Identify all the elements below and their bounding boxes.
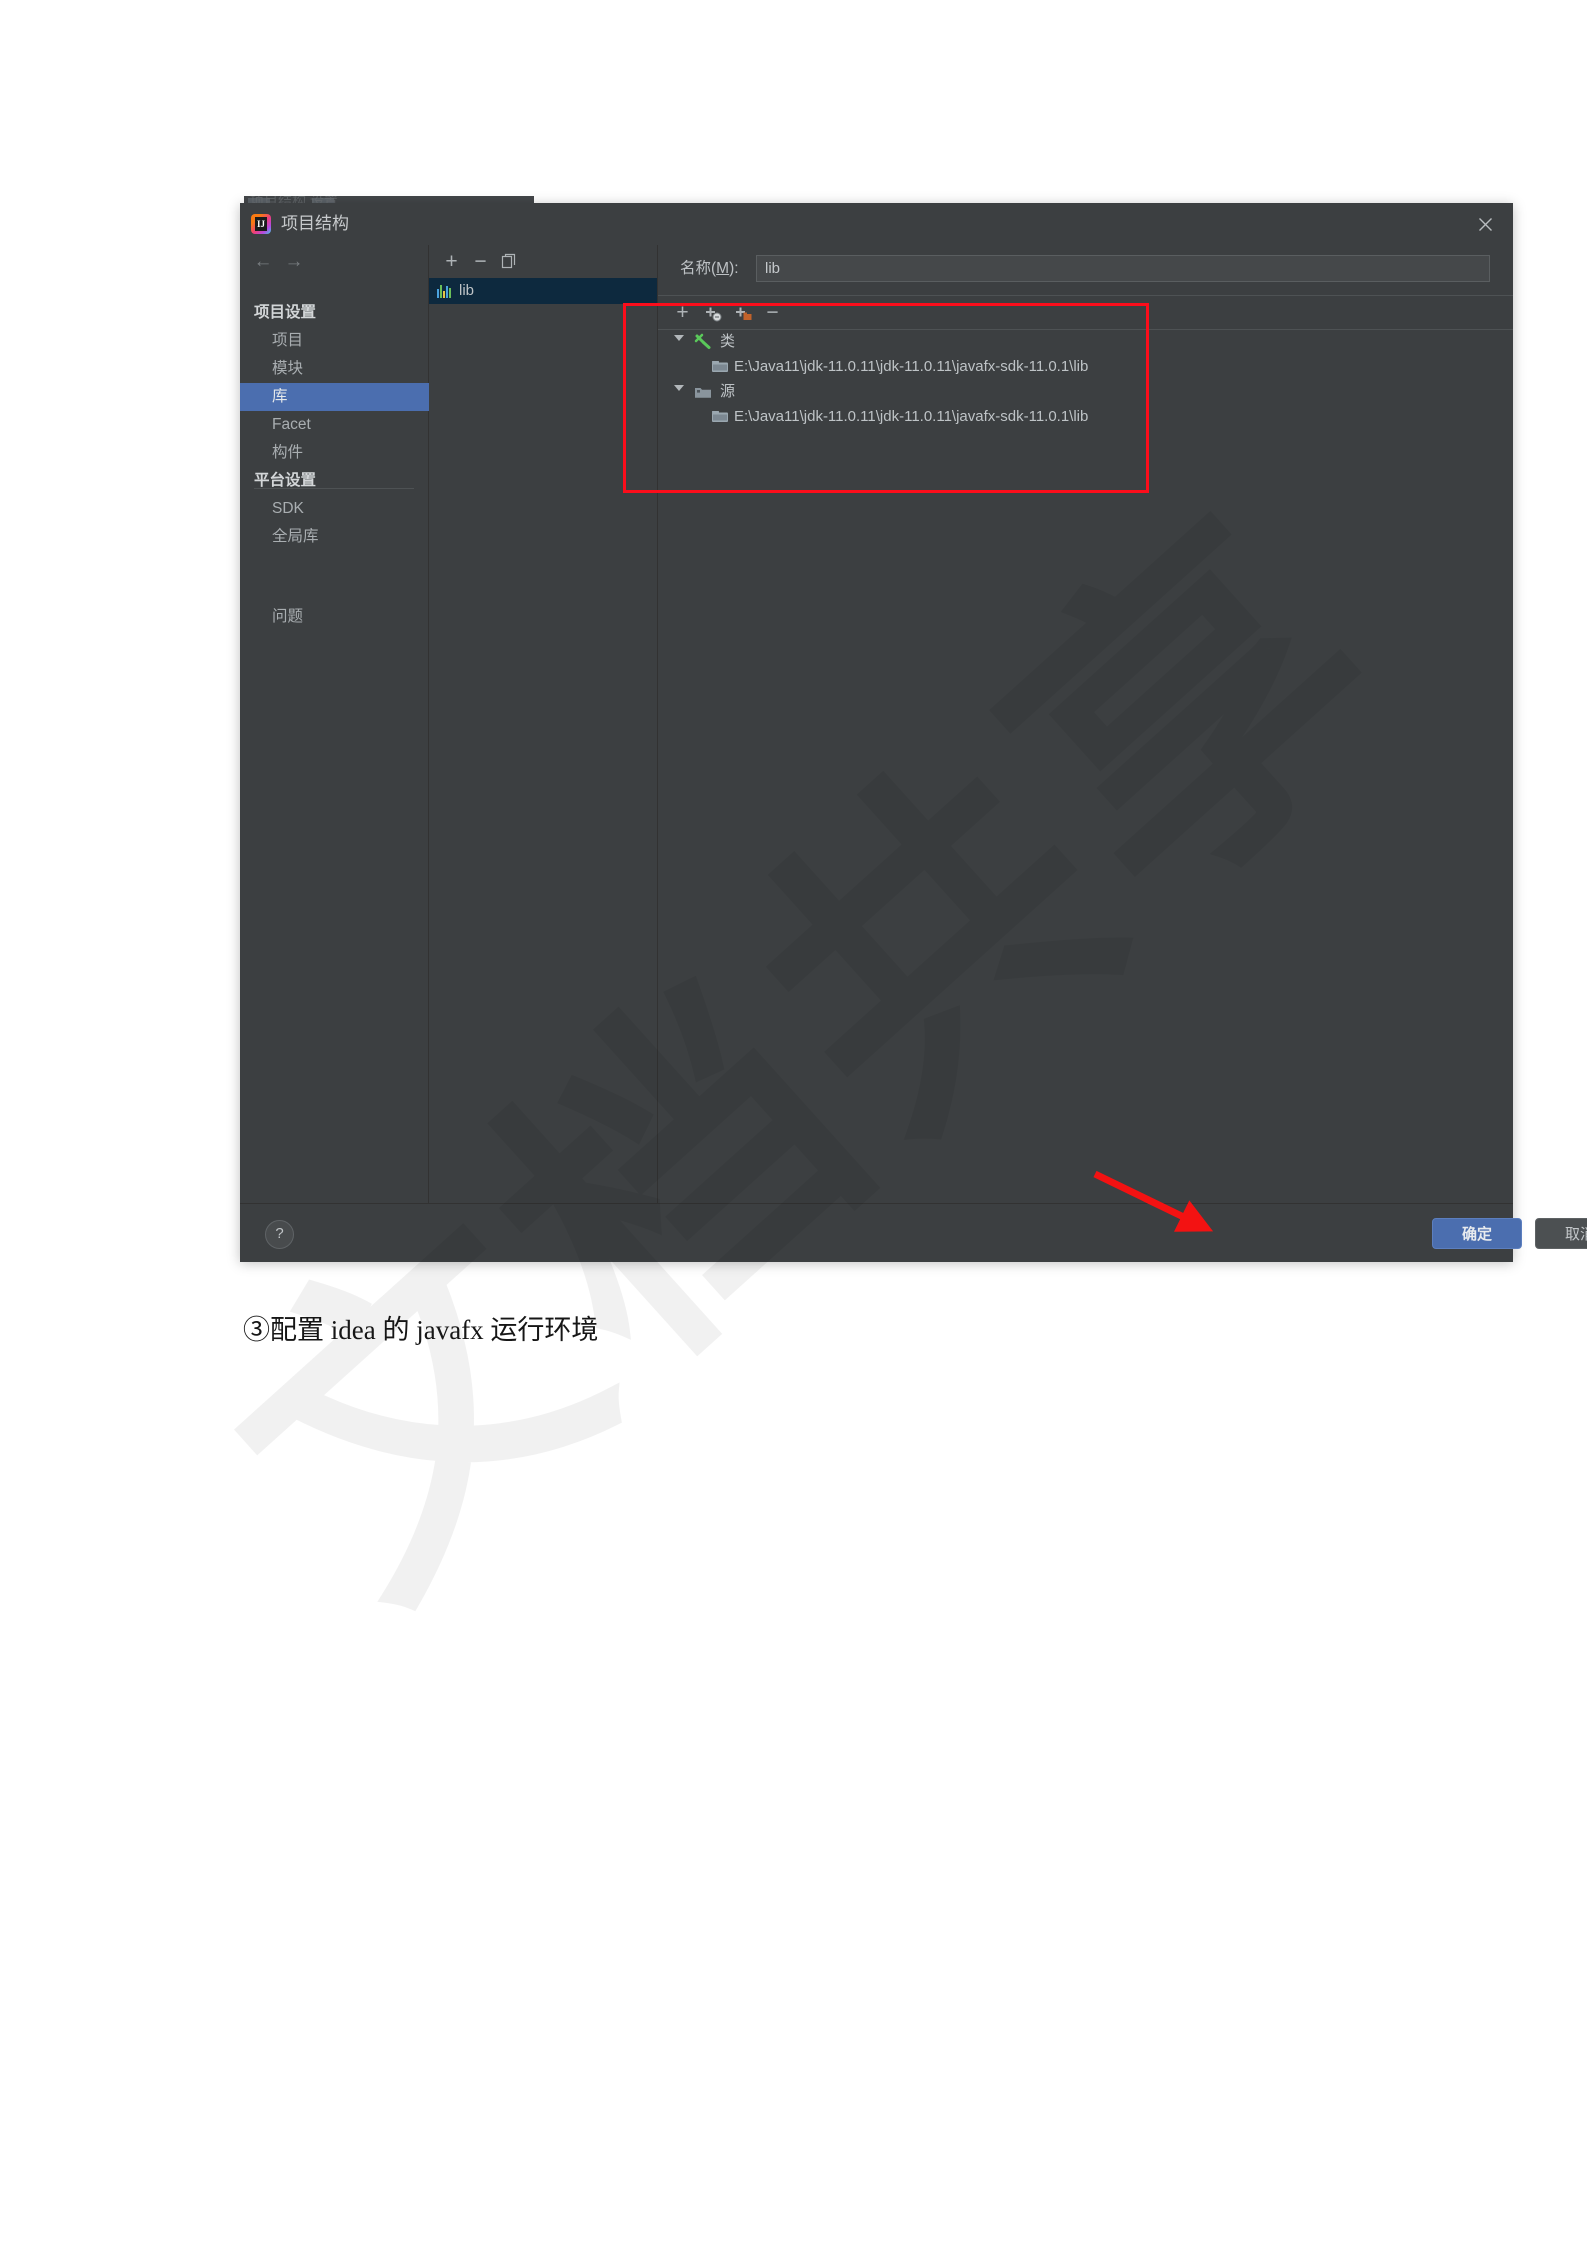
- name-label-prefix: 名称(: [680, 260, 717, 277]
- intellij-idea-icon: IJ: [251, 214, 271, 234]
- name-field-label: 名称(M):: [680, 259, 739, 279]
- name-label-suffix: ):: [729, 260, 739, 277]
- sidebar-item-artifacts[interactable]: 构件: [240, 439, 428, 467]
- library-name-label: lib: [459, 282, 475, 299]
- add-jar-directory-button[interactable]: [701, 301, 724, 324]
- cancel-button[interactable]: 取消: [1535, 1218, 1587, 1249]
- tree-node-label: E:\Java11\jdk-11.0.11\jdk-11.0.11\javafx…: [734, 358, 1089, 375]
- sidebar-item-modules[interactable]: 模块: [240, 355, 428, 383]
- sidebar-item-facets[interactable]: Facet: [240, 411, 428, 439]
- name-label-mnemonic: M: [716, 260, 730, 277]
- library-detail-panel: 名称(M): + −: [658, 245, 1513, 1203]
- tree-node-sources[interactable]: 源: [658, 379, 1513, 404]
- sidebar-item-sdks[interactable]: SDK: [240, 495, 428, 523]
- library-list-panel: + − lib: [429, 245, 658, 1203]
- chevron-down-icon[interactable]: [674, 335, 684, 341]
- library-roots-toolbar: + −: [658, 295, 1513, 330]
- add-directory-button[interactable]: [731, 301, 754, 324]
- ok-button[interactable]: 确定: [1432, 1218, 1522, 1249]
- idea-logo-glyph: IJ: [255, 217, 267, 231]
- add-library-button[interactable]: +: [440, 250, 463, 273]
- tree-node-classes-path[interactable]: E:\Java11\jdk-11.0.11\jdk-11.0.11\javafx…: [658, 354, 1513, 379]
- add-root-button[interactable]: +: [671, 301, 694, 324]
- library-name-row: 名称(M):: [658, 245, 1513, 295]
- library-name-input[interactable]: [756, 255, 1490, 282]
- sidebar-item-libraries[interactable]: 库: [240, 383, 429, 411]
- close-icon[interactable]: [1457, 203, 1513, 245]
- remove-library-button[interactable]: −: [469, 250, 492, 273]
- classes-hammer-icon: [694, 333, 712, 350]
- arrow-left-icon[interactable]: ←: [252, 252, 274, 271]
- sidebar-group-project-settings: 项目设置: [254, 304, 317, 321]
- sidebar-divider: [254, 488, 414, 489]
- dialog-title: 项目结构: [281, 214, 349, 233]
- navigation-arrows: ← →: [240, 245, 428, 279]
- sidebar-item-project[interactable]: 项目: [240, 327, 428, 355]
- sources-folder-icon: [694, 385, 712, 399]
- remove-root-button[interactable]: −: [761, 301, 784, 324]
- library-bars-icon: [437, 284, 453, 298]
- list-item[interactable]: lib: [429, 278, 657, 304]
- help-button[interactable]: ?: [265, 1220, 294, 1249]
- library-roots-tree: 类 E:\Java11\jdk-11.0.11\jdk-11.0.11\java…: [658, 329, 1513, 1203]
- tree-node-sources-path[interactable]: E:\Java11\jdk-11.0.11\jdk-11.0.11\javafx…: [658, 404, 1513, 429]
- chevron-down-icon[interactable]: [674, 385, 684, 391]
- arrow-right-icon[interactable]: →: [283, 252, 305, 271]
- tree-node-label: E:\Java11\jdk-11.0.11\jdk-11.0.11\javafx…: [734, 408, 1089, 425]
- copy-library-button[interactable]: [498, 250, 521, 273]
- jar-folder-icon: [711, 359, 729, 374]
- sidebar-item-global-libraries[interactable]: 全局库: [240, 523, 428, 551]
- sidebar-item-problems[interactable]: 问题: [240, 603, 428, 631]
- tree-node-label: 源: [720, 383, 736, 400]
- jar-folder-icon: [711, 409, 729, 424]
- dialog-footer: ? 确定 取消 应用(A): [240, 1203, 1587, 1262]
- library-list-toolbar: + −: [429, 245, 657, 279]
- tree-node-label: 类: [720, 333, 736, 350]
- sidebar-group-platform-settings: 平台设置: [254, 472, 317, 489]
- project-structure-dialog: IJ 项目结构 ← → 项目设置 项目 模块 库 Facet 构件 平台设置 S…: [240, 203, 1587, 1262]
- dialog-titlebar: IJ 项目结构: [240, 203, 1513, 245]
- tree-node-classes[interactable]: 类: [658, 329, 1513, 354]
- page-caption: ③配置 idea 的 javafx 运行环境: [243, 1315, 599, 1345]
- settings-category-sidebar: ← → 项目设置 项目 模块 库 Facet 构件 平台设置 SDK 全局库 问…: [240, 245, 429, 1203]
